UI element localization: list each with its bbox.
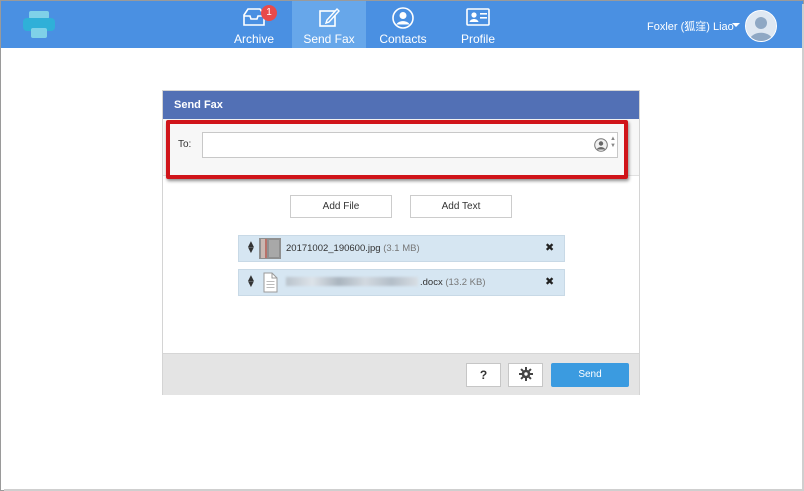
reorder-icon[interactable]: ▲ ▼ — [246, 274, 256, 290]
attachment-row[interactable]: ▲ ▼ 20171002_190600.jpg (3.1 MB) ✖ — [238, 235, 565, 262]
nav-profile[interactable]: Profile — [441, 1, 515, 48]
user-name-menu[interactable]: Foxler (狐窪) Liao — [647, 18, 734, 34]
app-window: 1 Archive Send Fax Contacts Profile Foxl… — [0, 0, 804, 491]
nav-contacts-label: Contacts — [379, 32, 427, 46]
nav-send-fax[interactable]: Send Fax — [292, 1, 366, 48]
avatar[interactable] — [745, 10, 777, 42]
top-nav-bar: 1 Archive Send Fax Contacts Profile Foxl… — [1, 1, 803, 48]
redacted-filename — [286, 277, 418, 286]
archive-count-badge: 1 — [261, 5, 277, 21]
attachment-row[interactable]: ▲ ▼ .docx (13.2 KB) ✖ — [238, 269, 565, 296]
remove-attachment-icon[interactable]: ✖ — [545, 275, 554, 288]
reorder-icon[interactable]: ▲ ▼ — [246, 240, 256, 256]
chevron-down-icon[interactable] — [732, 23, 740, 27]
nav-archive-label: Archive — [233, 32, 274, 46]
compose-icon — [317, 7, 341, 29]
send-button[interactable]: Send — [551, 363, 629, 387]
nav-contacts[interactable]: Contacts — [366, 1, 440, 48]
nav-archive[interactable]: 1 Archive — [217, 1, 291, 48]
panel-footer: ? Send — [163, 353, 639, 395]
image-thumbnail-icon — [259, 238, 281, 259]
nav-profile-label: Profile — [460, 32, 495, 46]
settings-button[interactable] — [508, 363, 543, 387]
app-logo-icon[interactable] — [23, 11, 55, 39]
help-button[interactable]: ? — [466, 363, 501, 387]
remove-attachment-icon[interactable]: ✖ — [545, 241, 554, 254]
panel-title: Send Fax — [163, 91, 639, 119]
contacts-person-icon — [391, 7, 415, 29]
attachment-name: 20171002_190600.jpg (3.1 MB) — [286, 243, 420, 254]
gear-icon — [518, 367, 533, 382]
add-file-button[interactable]: Add File — [290, 195, 392, 218]
add-text-button[interactable]: Add Text — [410, 195, 512, 218]
attachment-name: .docx (13.2 KB) — [286, 277, 486, 288]
nav-send-fax-label: Send Fax — [303, 32, 355, 46]
annotation-highlight-box — [166, 120, 628, 179]
profile-card-icon — [466, 7, 490, 29]
document-icon — [259, 272, 281, 293]
